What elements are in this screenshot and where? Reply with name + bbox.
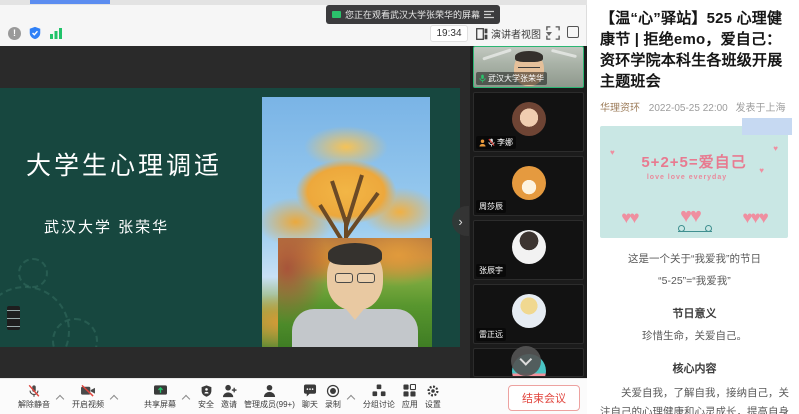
article-line: 珍惜生命，关爱自己。 [600, 328, 789, 343]
participant-name-badge: 雷正远 [476, 328, 506, 341]
section-heading: 节日意义 [600, 305, 789, 321]
slide-ornament [18, 258, 48, 288]
presenter-hair [328, 243, 382, 265]
chevron-down-icon [519, 353, 532, 366]
security-button[interactable]: 安全 [198, 384, 214, 410]
heart-family-icon: ♥♥♥ [742, 208, 766, 228]
gear-icon [426, 384, 440, 398]
content-stage: 大学生心理调适 武汉大学 张荣华 [0, 46, 587, 378]
camera-off-icon [80, 384, 96, 397]
breakout-rooms-button[interactable]: 分组讨论 [363, 384, 395, 410]
publish-location: 发表于上海 [736, 103, 786, 114]
selection-highlight [742, 118, 792, 135]
avatar [512, 166, 546, 200]
manage-members-button[interactable]: 管理成员(99+) [244, 384, 295, 410]
meeting-info-icon[interactable]: ! [8, 27, 21, 40]
participant-tile[interactable]: 张辰宇 [473, 220, 584, 280]
shield-icon [200, 384, 213, 398]
glasses [335, 273, 375, 283]
speaker-view-button[interactable]: 演讲者视图 [476, 24, 552, 43]
section-heading: 核心内容 [600, 360, 789, 376]
mic-off-icon [488, 138, 495, 147]
network-signal-icon[interactable] [49, 27, 63, 39]
presenter-face [327, 246, 383, 310]
hero-image[interactable]: ♥ ♥ ♥ 5+2+5=爱自己 love love everyday ♥♥ ♥♥… [600, 126, 788, 238]
speaker-view-icon [476, 28, 488, 40]
meeting-window: 您正在观看武汉大学张荣华的屏幕 ! 19:34 [0, 0, 587, 414]
end-meeting-button[interactable]: 结束会议 [508, 385, 580, 411]
article-panel: 【温“心”驿站】525 心理健康节 | 拒绝emo，爱自己： 资环学院本科生各班… [588, 0, 799, 414]
article-meta: 华理资环 2022-05-25 22:00 发表于上海 [600, 99, 789, 114]
hero-headline: 5+2+5=爱自己 [600, 151, 788, 172]
avatar [512, 294, 546, 328]
heart-couple-icon: ♥♥ [621, 208, 637, 228]
apps-button[interactable]: 应用 [402, 384, 418, 410]
screen: 您正在观看武汉大学张荣华的屏幕 ! 19:34 [0, 0, 799, 414]
article-line: “5-25”=“我爱我” [600, 273, 789, 288]
mic-options-chevron[interactable] [56, 395, 64, 403]
meeting-toolbar: 解除静音 开启视频 共享屏幕 [0, 378, 587, 414]
share-options-chevron[interactable] [182, 395, 190, 403]
status-icons: ! [8, 26, 63, 40]
menu-lines-icon[interactable] [484, 10, 494, 19]
tandem-bike-icon [678, 225, 712, 232]
slide-title: 大学生心理调适 [26, 146, 222, 182]
notification-text: 您正在观看武汉大学张荣华的屏幕 [345, 8, 480, 21]
presenter-webcam-video [278, 238, 432, 347]
invite-button[interactable]: 邀请 [221, 384, 237, 410]
participant-name-badge: 张辰宇 [476, 264, 506, 277]
record-button[interactable]: 录制 [325, 384, 341, 410]
settings-button[interactable]: 设置 [425, 384, 441, 410]
co-host-icon [479, 139, 486, 147]
record-icon [326, 384, 340, 398]
meeting-duration: 19:34 [430, 25, 468, 42]
presenter-collar [346, 309, 364, 320]
presenter-shoulders [292, 309, 418, 347]
mic-on-icon [479, 74, 486, 83]
security-shield-icon[interactable] [28, 26, 42, 40]
tab-accent-bar [30, 0, 110, 4]
unmute-button[interactable]: 解除静音 [18, 384, 50, 410]
rail-collapse-button[interactable] [511, 346, 541, 376]
person-icon [263, 384, 276, 398]
mic-muted-icon [27, 384, 41, 398]
publish-date: 2022-05-25 22:00 [649, 103, 728, 114]
avatar [512, 230, 546, 264]
avatar [512, 102, 546, 136]
hero-subline: love love everyday [600, 174, 774, 181]
presenter-notes-chip [7, 306, 20, 330]
screen-share-notification[interactable]: 您正在观看武汉大学张荣华的屏幕 [326, 5, 500, 24]
account-name-link[interactable]: 华理资环 [600, 103, 640, 114]
participant-tile[interactable]: 李娜 [473, 92, 584, 152]
sharing-screen-icon [332, 11, 341, 18]
participant-name-badge: 周莎辰 [476, 200, 506, 213]
participant-tile[interactable]: 周莎辰 [473, 156, 584, 216]
article-title: 【温“心”驿站】525 心理健康节 | 拒绝emo，爱自己： 资环学院本科生各班… [600, 8, 789, 92]
video-options-chevron[interactable] [110, 395, 118, 403]
shared-slide: 大学生心理调适 武汉大学 张荣华 [0, 88, 460, 347]
layout-switch-icon[interactable] [567, 26, 579, 38]
chat-bubble-icon [303, 384, 317, 397]
fullscreen-icon[interactable] [546, 26, 560, 40]
window-top-strip [0, 0, 587, 5]
start-video-button[interactable]: 开启视频 [72, 384, 104, 410]
participant-name-badge: 李娜 [476, 136, 516, 149]
breakout-squares-icon [372, 384, 386, 397]
participant-name-badge: 武汉大学张荣华 [476, 72, 547, 85]
invite-person-icon [222, 384, 237, 398]
article-line: 这是一个关于“我爱我”的节日 [600, 251, 789, 266]
slide-subtitle: 武汉大学 张荣华 [44, 216, 169, 237]
article-paragraph: 关爱自我，了解自我，接纳自己，关注自己的心理健康和心灵成长，提高自身心理素质，并… [600, 384, 789, 414]
participant-tile-active-speaker[interactable]: 武汉大学张荣华 [473, 46, 584, 88]
speaker-view-label: 演讲者视图 [491, 26, 541, 41]
share-screen-icon [153, 384, 168, 397]
apps-grid-icon [403, 384, 416, 397]
record-options-chevron[interactable] [347, 395, 355, 403]
participant-rail: 武汉大学张荣华 李娜 [470, 46, 587, 378]
share-screen-button[interactable]: 共享屏幕 [144, 384, 176, 410]
participant-tile[interactable]: 雷正远 [473, 284, 584, 344]
chat-button[interactable]: 聊天 [302, 384, 318, 410]
